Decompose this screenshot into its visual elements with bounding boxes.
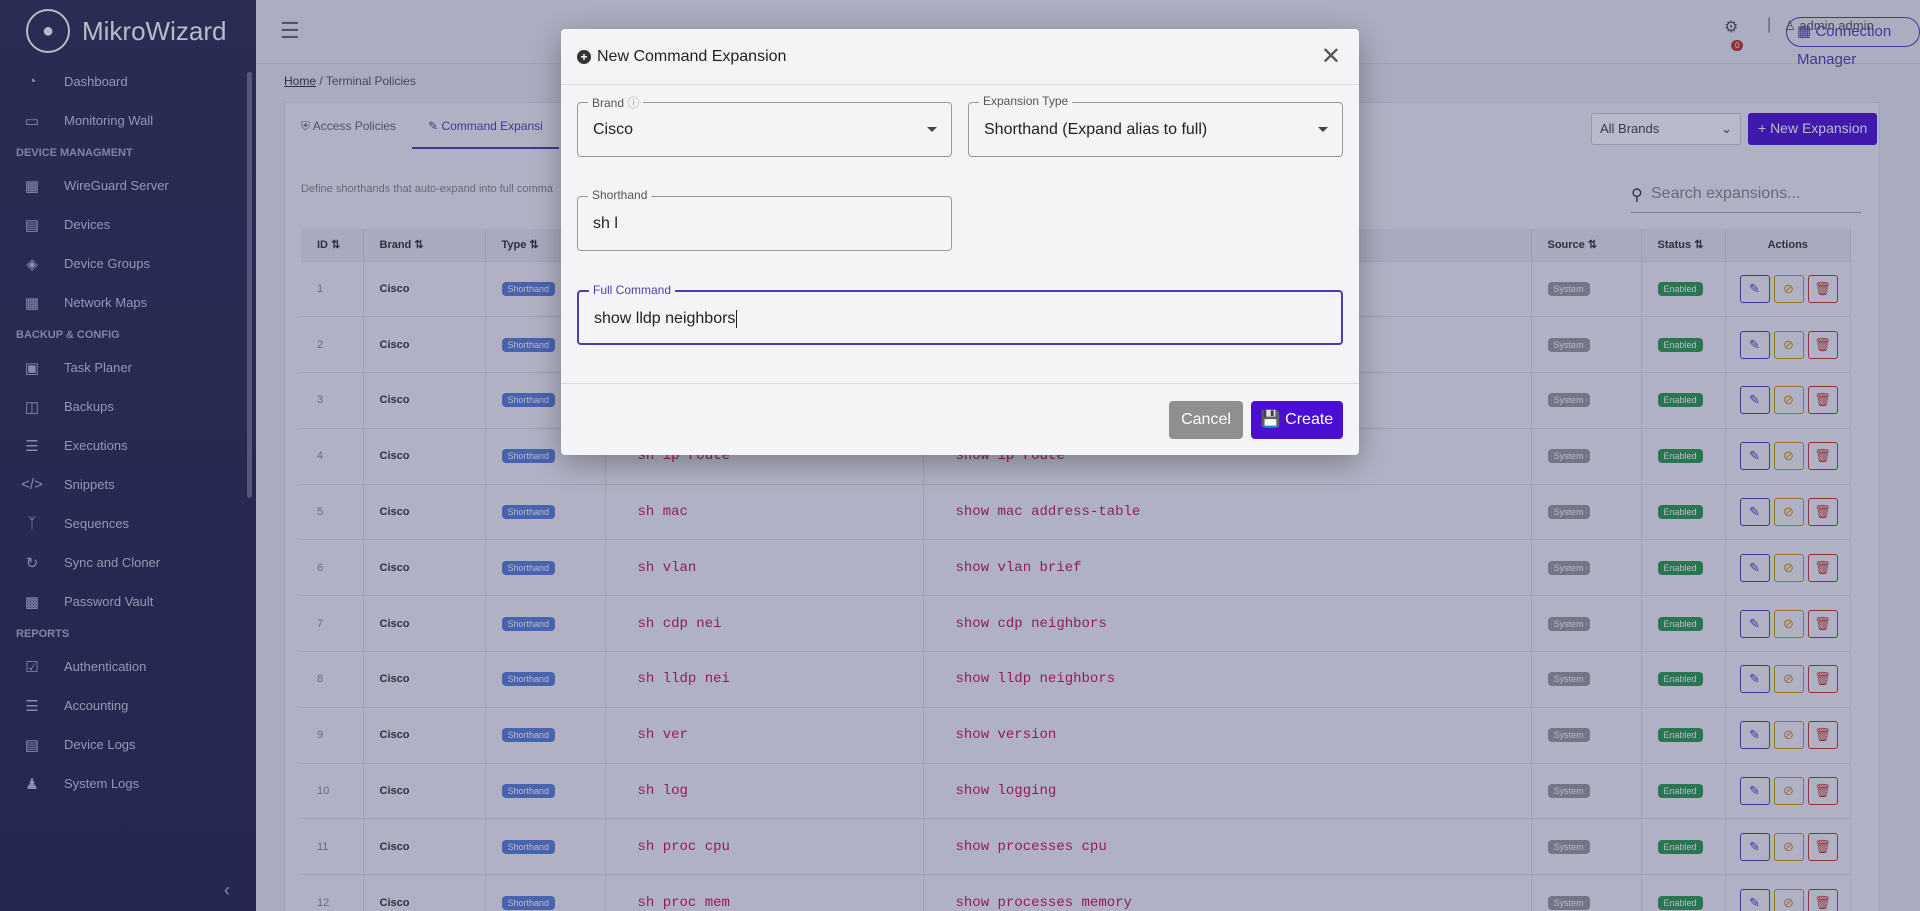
full-command-value: show lldp neighbors xyxy=(594,310,738,328)
dropdown-arrow-icon xyxy=(1318,127,1328,132)
brand-select[interactable]: Brand ⓘ Cisco xyxy=(577,94,952,157)
shorthand-value: sh l xyxy=(593,215,618,232)
dropdown-arrow-icon xyxy=(927,127,937,132)
plus-circle-icon: + xyxy=(577,49,591,64)
modal-footer-divider xyxy=(561,383,1359,384)
brand-field-label: Brand ⓘ xyxy=(588,94,644,111)
brand-select-value: Cisco xyxy=(593,121,634,138)
cancel-button[interactable]: Cancel xyxy=(1169,401,1243,439)
shorthand-label: Shorthand xyxy=(588,188,652,202)
expansion-type-value: Shorthand (Expand alias to full) xyxy=(984,121,1208,138)
info-icon: ⓘ xyxy=(627,96,640,110)
save-icon: 💾 xyxy=(1260,411,1286,428)
modal-header: + New Command Expansion xyxy=(561,29,1359,85)
shorthand-input[interactable]: Shorthand sh l xyxy=(577,188,952,251)
new-command-expansion-modal: + New Command Expansion ✕ Brand ⓘ Cisco … xyxy=(561,29,1359,455)
full-command-label: Full Command xyxy=(589,283,676,297)
expansion-type-select[interactable]: Expansion Type Shorthand (Expand alias t… xyxy=(968,94,1343,157)
expansion-type-label: Expansion Type xyxy=(979,94,1073,108)
create-button[interactable]: 💾 Create xyxy=(1251,401,1343,439)
full-command-input[interactable]: Full Command show lldp neighbors xyxy=(577,283,1343,345)
modal-title: New Command Expansion xyxy=(597,47,787,65)
close-icon[interactable]: ✕ xyxy=(1321,42,1341,71)
create-label: Create xyxy=(1285,411,1334,428)
